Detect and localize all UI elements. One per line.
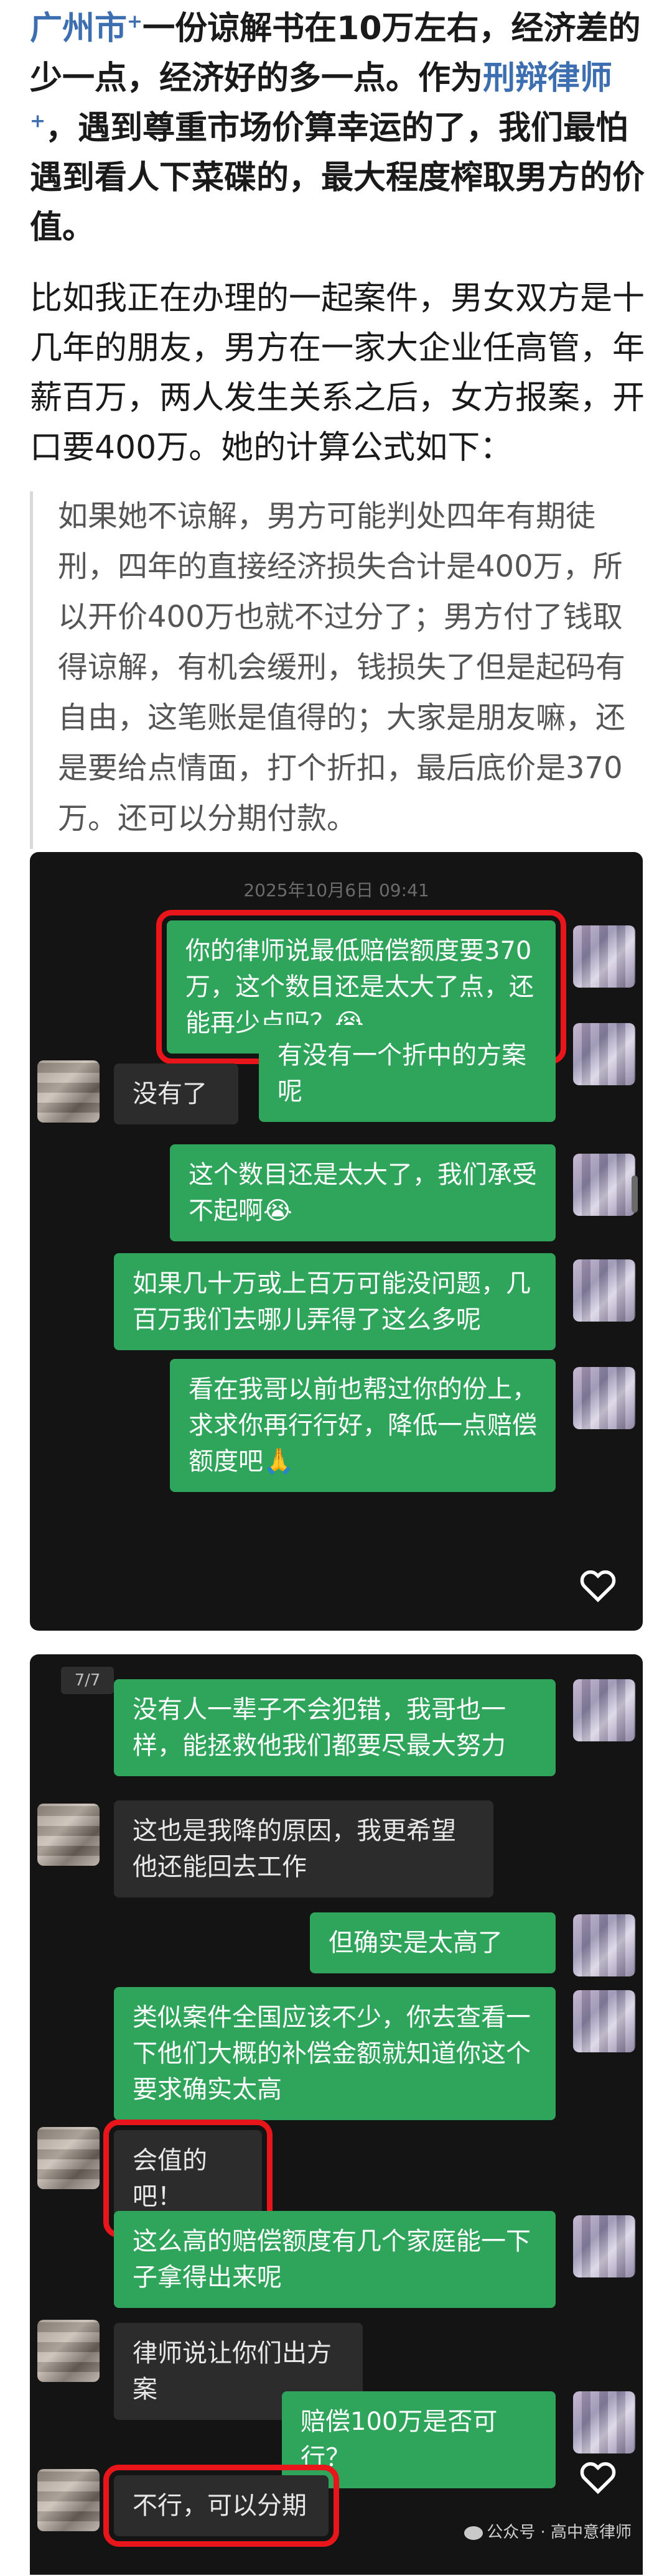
avatar [573, 1914, 635, 1976]
city-link[interactable]: 广州市 [30, 10, 127, 47]
heart-icon[interactable] [577, 2457, 618, 2498]
watermark: 公众号 · 高中意律师 [464, 2519, 632, 2542]
chat-timestamp: 2025年10月6日 09:41 [243, 880, 429, 901]
avatar [37, 2469, 100, 2531]
lawyer-link[interactable]: 刑辩律师 [483, 60, 612, 97]
avatar [573, 1367, 635, 1429]
avatar [573, 925, 635, 988]
avatar [37, 1804, 100, 1866]
heart-icon[interactable] [577, 1565, 618, 1606]
link-marker-icon: + [30, 110, 46, 132]
quote-text: 如果她不谅解，男方可能判处四年有期徒刑，四年的直接经济损失合计是400万，所以开… [58, 499, 626, 836]
chat-bubble: 有没有一个折中的方案呢 [259, 1025, 556, 1122]
chat-bubble: 但确实是太高了 [310, 1912, 556, 1973]
chat-bubble: 这么高的赔偿额度有几个家庭能一下子拿得出来呢 [114, 2211, 556, 2308]
avatar [37, 1060, 100, 1123]
avatar [37, 2320, 100, 2382]
chat-bubble: 这个数目还是太大了，我们承受不起啊😭 [170, 1144, 556, 1241]
chat-screenshot-2: 7/7 没有人一辈子不会犯错，我哥也一样，能拯救他我们都要尽最大努力 这也是我降… [30, 1654, 643, 2575]
avatar [573, 2215, 635, 2277]
wechat-icon [464, 2526, 483, 2540]
watermark-text: 公众号 · 高中意律师 [487, 2523, 632, 2542]
chat-bubble: 不行，可以分期 [103, 2465, 339, 2547]
page-badge: 7/7 [61, 1667, 114, 1694]
chat-bubble: 赔偿100万是否可行？ [282, 2391, 556, 2488]
avatar [573, 1679, 635, 1741]
intro-text-b: ，遇到尊重市场价算幸运的了，我们最怕遇到看人下菜碟的，最大程度榨取男方的价值。 [30, 109, 645, 246]
paragraph-intro: 广州市+一份谅解书在10万左右，经济差的少一点，经济好的多一点。作为刑辩律师+，… [30, 4, 646, 253]
chat-bubble: 这也是我降的原因，我更希望他还能回去工作 [114, 1800, 493, 1897]
avatar [573, 1154, 635, 1216]
scrollbar[interactable] [632, 1175, 638, 1213]
chat-screenshot-1: 2025年10月6日 09:41 你的律师说最低赔偿额度要370万，这个数目还是… [30, 852, 643, 1631]
chat-bubble: 看在我哥以前也帮过你的份上，求求你再行行好，降低一点赔偿额度吧🙏 [170, 1359, 556, 1492]
avatar [573, 1259, 635, 1322]
blockquote: 如果她不谅解，男方可能判处四年有期徒刑，四年的直接经济损失合计是400万，所以开… [30, 491, 646, 849]
avatar [573, 2391, 635, 2453]
avatar [573, 1023, 635, 1085]
chat-bubble: 如果几十万或上百万可能没问题，几百万我们去哪儿弄得了这么多呢 [114, 1253, 556, 1350]
avatar [573, 1990, 635, 2052]
chat-bubble: 没有人一辈子不会犯错，我哥也一样，能拯救他我们都要尽最大努力 [114, 1679, 556, 1776]
link-marker-icon: + [127, 11, 143, 33]
paragraph-case: 比如我正在办理的一起案件，男女双方是十几年的朋友，男方在一家大企业任高管，年薪百… [30, 280, 645, 466]
chat-bubble: 类似案件全国应该不少，你去查看一下他们大概的补偿金额就知道你这个要求确实太高 [114, 1987, 556, 2120]
avatar [37, 2127, 100, 2189]
chat-bubble: 没有了 [114, 1063, 238, 1124]
